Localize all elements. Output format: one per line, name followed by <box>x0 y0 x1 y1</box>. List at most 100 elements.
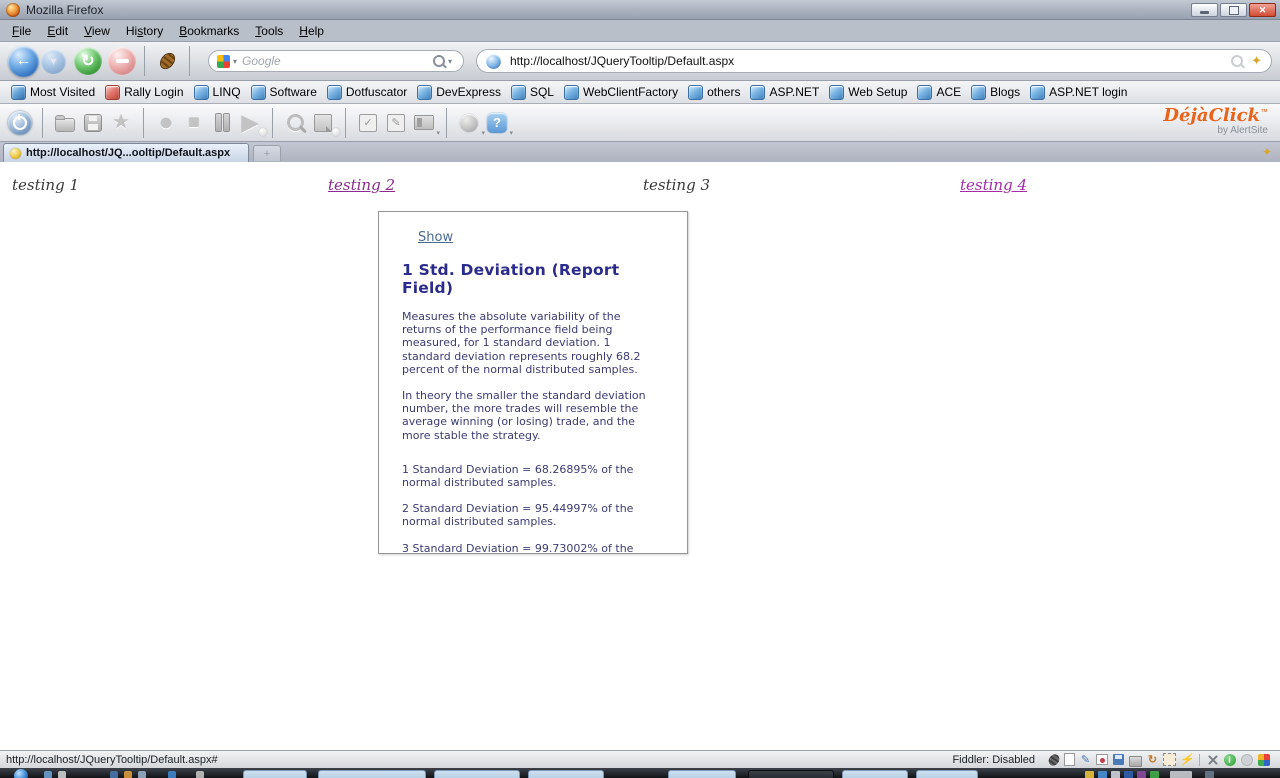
dejaclick-open-button[interactable] <box>51 109 79 137</box>
firebug-status-icon[interactable] <box>1047 753 1060 766</box>
task-button[interactable] <box>916 770 978 778</box>
reload-button[interactable]: ↻ <box>74 47 102 75</box>
menu-history[interactable]: History <box>118 22 171 40</box>
tray-icon[interactable] <box>1124 771 1133 778</box>
active-tab[interactable]: http://localhost/JQ...ooltip/Default.asp… <box>3 143 249 162</box>
save-status-icon[interactable] <box>1112 753 1125 766</box>
bookmark-sql[interactable]: SQL <box>506 85 559 100</box>
quicklaunch-icon[interactable] <box>58 771 66 778</box>
lightning-icon[interactable]: ⚡ <box>1180 753 1193 766</box>
refresh-status-icon[interactable]: ↻ <box>1146 753 1159 766</box>
task-button[interactable] <box>318 770 426 778</box>
new-tab-button[interactable]: + <box>253 145 281 161</box>
bookmark-most-visited[interactable]: Most Visited <box>6 85 100 100</box>
quicklaunch-icon[interactable] <box>124 771 132 778</box>
link-testing-1[interactable]: testing 1 <box>12 176 79 194</box>
tools-status-icon[interactable] <box>1206 753 1219 766</box>
bookmark-ace[interactable]: ACE <box>912 85 966 100</box>
dejaclick-zoom-button[interactable] <box>281 109 309 137</box>
tray-icon[interactable] <box>1111 771 1120 778</box>
menu-bookmarks[interactable]: Bookmarks <box>171 22 247 40</box>
dejaclick-record-button[interactable]: ● <box>152 109 180 137</box>
search-input[interactable] <box>240 53 433 69</box>
url-input[interactable] <box>508 53 1231 69</box>
screenshot-icon[interactable] <box>1096 754 1108 765</box>
bookmark-linq[interactable]: LINQ <box>189 85 246 100</box>
tray-icon[interactable] <box>1085 771 1094 778</box>
fiddler-status-text[interactable]: Fiddler: Disabled <box>952 754 1035 766</box>
url-bar[interactable]: ✦ <box>476 49 1272 73</box>
task-button-active[interactable] <box>748 770 834 778</box>
restore-button[interactable] <box>1220 3 1247 17</box>
pencil-icon[interactable]: ✎ <box>1079 753 1092 766</box>
minimize-button[interactable] <box>1191 3 1218 17</box>
selection-icon[interactable] <box>1163 753 1176 766</box>
dejaclick-help-button[interactable]: ?▾ <box>483 109 511 137</box>
pinwheel-status-icon[interactable] <box>1257 753 1270 766</box>
start-orb-icon[interactable] <box>14 769 28 778</box>
menu-tools[interactable]: Tools <box>247 22 291 40</box>
bookmark-web-setup[interactable]: Web Setup <box>824 85 912 100</box>
link-testing-2[interactable]: testing 2 <box>328 176 395 194</box>
globe-status-icon[interactable] <box>1240 753 1253 766</box>
info-status-icon[interactable]: i <box>1223 753 1236 766</box>
tray-icon[interactable] <box>1205 771 1214 778</box>
menu-edit[interactable]: Edit <box>39 22 76 40</box>
dejaclick-monitor-button[interactable]: ▾ <box>455 109 483 137</box>
quicklaunch-icon[interactable] <box>44 771 52 778</box>
bookmark-aspnet[interactable]: ASP.NET <box>745 85 824 100</box>
dejaclick-sidebar-button[interactable]: ▾ <box>410 109 438 137</box>
show-link[interactable]: Show <box>418 230 453 245</box>
dejaclick-pause-button[interactable] <box>208 109 236 137</box>
dejaclick-stop-button[interactable]: ■ <box>180 109 208 137</box>
search-engine-dropdown-icon[interactable]: ▾ <box>233 57 237 66</box>
link-testing-4[interactable]: testing 4 <box>960 176 1027 194</box>
tray-icon[interactable] <box>1098 771 1107 778</box>
firebug-button[interactable] <box>153 47 181 75</box>
link-testing-3[interactable]: testing 3 <box>643 176 710 194</box>
close-button[interactable]: ✕ <box>1249 3 1276 17</box>
tray-icon[interactable] <box>1137 771 1146 778</box>
bookmark-software[interactable]: Software <box>246 85 322 100</box>
menu-file[interactable]: File <box>4 22 39 40</box>
tray-icon[interactable] <box>1170 771 1192 778</box>
dejaclick-edit-button[interactable]: ✎ <box>382 109 410 137</box>
dejaclick-bookmark-button[interactable]: ★ <box>107 109 135 137</box>
quicklaunch-icon[interactable] <box>110 771 118 778</box>
url-history-magnifier-icon[interactable] <box>1231 55 1243 67</box>
task-button[interactable] <box>243 770 307 778</box>
bookmark-dotfuscator[interactable]: Dotfuscator <box>322 85 412 100</box>
dejaclick-save-button[interactable] <box>79 109 107 137</box>
bookmark-devexpress[interactable]: DevExpress <box>412 85 506 100</box>
menu-view[interactable]: View <box>76 22 118 40</box>
quicklaunch-icon[interactable] <box>196 771 204 778</box>
bookmark-webclientfactory[interactable]: WebClientFactory <box>559 85 683 100</box>
back-button[interactable]: ← <box>8 46 39 77</box>
bookmark-star-icon[interactable]: ✦ <box>1251 53 1262 69</box>
dejaclick-validate-button[interactable]: ✓ <box>354 109 382 137</box>
search-box[interactable]: ▾ ▾ <box>208 50 464 72</box>
bookmark-aspnet-login[interactable]: ASP.NET login <box>1025 85 1132 100</box>
bookmark-others[interactable]: others <box>683 85 745 100</box>
task-button[interactable] <box>434 770 520 778</box>
tray-icon[interactable] <box>1150 771 1159 778</box>
dejaclick-play-button[interactable]: ▶ <box>236 109 264 137</box>
stop-button[interactable] <box>108 47 136 75</box>
quicklaunch-icon[interactable] <box>168 771 176 778</box>
dejaclick-power-button[interactable] <box>6 109 34 137</box>
print-status-icon[interactable] <box>1129 753 1142 766</box>
menu-help[interactable]: Help <box>291 22 332 40</box>
tab-list-gold-icon[interactable]: ✦ <box>1262 145 1272 159</box>
bookmark-blogs[interactable]: Blogs <box>966 85 1025 100</box>
search-magnifier-icon[interactable] <box>433 55 445 67</box>
forward-button[interactable]: ▾ <box>41 49 66 74</box>
note-badge-icon <box>332 128 340 136</box>
dejaclick-note-button[interactable] <box>309 109 337 137</box>
task-button[interactable] <box>842 770 908 778</box>
task-button[interactable] <box>528 770 604 778</box>
search-go-dropdown-icon[interactable]: ▾ <box>448 57 452 66</box>
task-button[interactable] <box>668 770 736 778</box>
new-page-icon[interactable] <box>1064 753 1075 766</box>
bookmark-rally-login[interactable]: Rally Login <box>100 85 188 100</box>
quicklaunch-icon[interactable] <box>138 771 146 778</box>
